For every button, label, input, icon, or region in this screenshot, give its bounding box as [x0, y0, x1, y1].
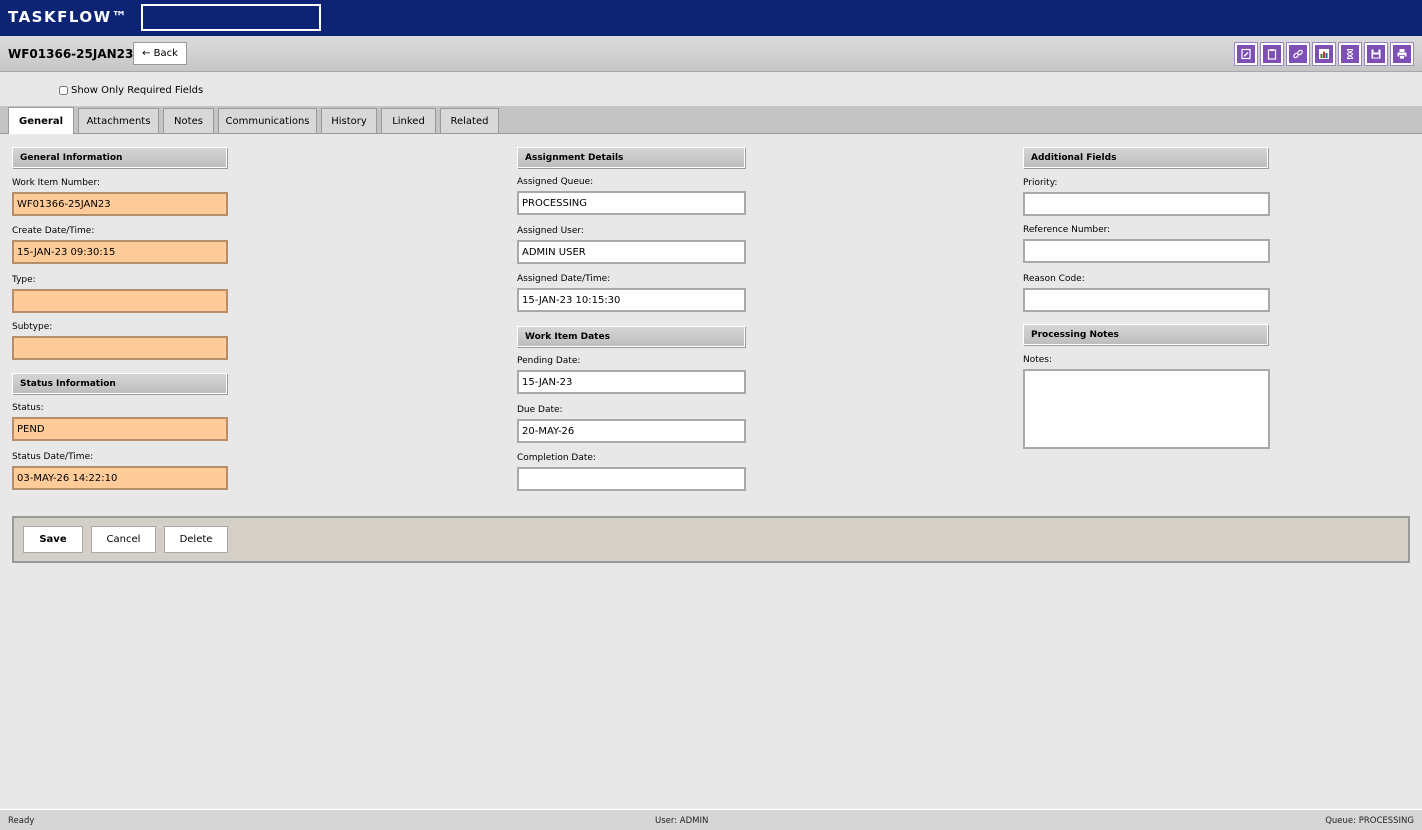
assigned-user-label: Assigned User: [517, 226, 584, 236]
priority-label: Priority: [1023, 178, 1058, 188]
top-bar: TASKFLOW™ [0, 0, 1422, 36]
chart-icon[interactable] [1313, 43, 1335, 65]
subtype-field[interactable] [12, 336, 228, 360]
record-id-title: WF01366-25JAN23 [8, 47, 134, 61]
clipboard-icon[interactable] [1261, 43, 1283, 65]
type-label: Type: [12, 275, 36, 285]
reason-code-field[interactable] [1023, 288, 1270, 312]
assigned-user-field[interactable] [517, 240, 746, 264]
tab-general[interactable]: General [8, 107, 74, 134]
app-brand: TASKFLOW™ [8, 8, 129, 26]
tab-related[interactable]: Related [440, 108, 499, 133]
cancel-button[interactable]: Cancel [91, 526, 156, 553]
back-button[interactable]: ← Back [133, 42, 187, 65]
status-state: Ready [8, 816, 35, 826]
pending-date-label: Pending Date: [517, 356, 581, 366]
save-button[interactable]: Save [23, 526, 83, 553]
notes-textarea[interactable] [1023, 369, 1270, 449]
work-item-number-label: Work Item Number: [12, 178, 101, 188]
action-bar: Save Cancel Delete [12, 516, 1410, 563]
completion-date-field[interactable] [517, 467, 746, 491]
record-toolbar [1235, 43, 1413, 65]
status-user: User: ADMIN [655, 816, 709, 826]
status-bar: Ready User: ADMIN Queue: PROCESSING [0, 809, 1422, 830]
assigned-queue-label: Assigned Queue: [517, 177, 594, 187]
create-datetime-label: Create Date/Time: [12, 226, 95, 236]
tab-notes[interactable]: Notes [163, 108, 214, 133]
due-date-field[interactable] [517, 419, 746, 443]
record-header: WF01366-25JAN23 ← Back [0, 36, 1422, 72]
work-item-dates-heading: Work Item Dates [517, 326, 745, 347]
subtype-label: Subtype: [12, 322, 53, 332]
hourglass-icon[interactable] [1339, 43, 1361, 65]
priority-field[interactable] [1023, 192, 1270, 216]
save-icon[interactable] [1365, 43, 1387, 65]
status-datetime-label: Status Date/Time: [12, 452, 94, 462]
notes-label: Notes: [1023, 355, 1053, 365]
general-info-heading: General Information [12, 147, 227, 168]
reference-number-field[interactable] [1023, 239, 1270, 263]
assigned-datetime-label: Assigned Date/Time: [517, 274, 611, 284]
assigned-queue-field[interactable] [517, 191, 746, 215]
status-field[interactable] [12, 417, 228, 441]
create-datetime-field[interactable] [12, 240, 228, 264]
delete-button[interactable]: Delete [164, 526, 228, 553]
edit-icon[interactable] [1235, 43, 1257, 65]
status-queue: Queue: PROCESSING [1325, 816, 1414, 826]
required-only-checkbox[interactable] [59, 86, 68, 95]
tab-bar: General Attachments Notes Communications… [0, 106, 1422, 134]
status-info-heading: Status Information [12, 373, 227, 394]
tab-history[interactable]: History [321, 108, 377, 133]
tab-attachments[interactable]: Attachments [78, 108, 159, 133]
link-icon[interactable] [1287, 43, 1309, 65]
due-date-label: Due Date: [517, 405, 563, 415]
required-only-label: Show Only Required Fields [71, 85, 204, 96]
pending-date-field[interactable] [517, 370, 746, 394]
assignment-details-heading: Assignment Details [517, 147, 745, 168]
required-only-toggle[interactable]: Show Only Required Fields [59, 85, 203, 96]
assigned-datetime-field[interactable] [517, 288, 746, 312]
print-icon[interactable] [1391, 43, 1413, 65]
additional-fields-heading: Additional Fields [1023, 147, 1268, 168]
type-field[interactable] [12, 289, 228, 313]
work-item-number-field[interactable] [12, 192, 228, 216]
processing-notes-heading: Processing Notes [1023, 324, 1268, 345]
tab-communications[interactable]: Communications [218, 108, 317, 133]
status-datetime-field[interactable] [12, 466, 228, 490]
completion-date-label: Completion Date: [517, 453, 596, 463]
reason-code-label: Reason Code: [1023, 274, 1085, 284]
tab-linked[interactable]: Linked [381, 108, 436, 133]
global-search-input[interactable] [141, 4, 321, 31]
reference-number-label: Reference Number: [1023, 225, 1111, 235]
status-label: Status: [12, 403, 44, 413]
